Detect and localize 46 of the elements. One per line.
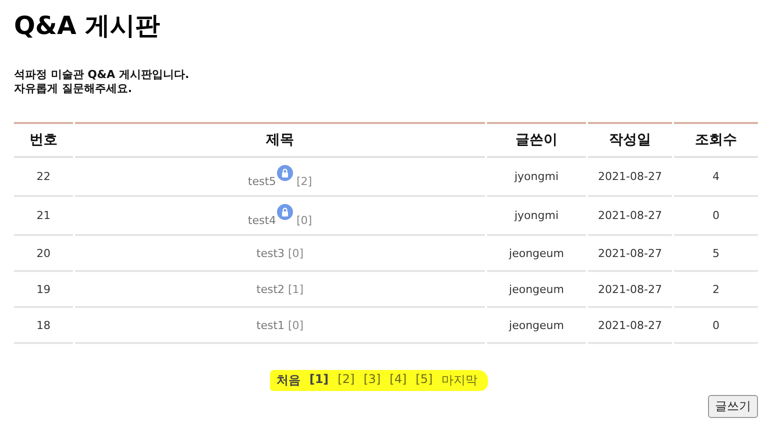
table-cell: 2021-08-27 — [588, 158, 672, 197]
column-header: 조회수 — [674, 122, 758, 158]
comment-count: [0] — [296, 214, 312, 227]
comment-count: [2] — [296, 175, 312, 188]
page-link[interactable]: [2] — [338, 372, 355, 389]
post-title-link[interactable]: test3 — [256, 246, 285, 260]
post-title-link[interactable]: test1 — [256, 318, 285, 332]
table-cell: 20 — [14, 236, 73, 272]
write-button[interactable]: 글쓰기 — [708, 395, 758, 418]
page-title: Q&A 게시판 — [14, 10, 162, 42]
column-header: 제목 — [75, 122, 485, 158]
last-page-link[interactable]: 마지막 — [442, 372, 478, 389]
table-cell: 19 — [14, 272, 73, 308]
post-title-link[interactable]: test4 — [248, 214, 276, 227]
post-title-link[interactable]: test2 — [256, 282, 285, 296]
first-page-link[interactable]: 처음 — [276, 372, 300, 389]
table-cell: jeongeum — [487, 272, 586, 308]
intro-text: 석파정 미술관 Q&A 게시판입니다. — [14, 68, 190, 82]
page-link[interactable]: [4] — [390, 372, 407, 389]
page-link[interactable]: [5] — [416, 372, 433, 389]
comment-count: [1] — [288, 282, 304, 296]
table-cell: jyongmi — [487, 197, 586, 236]
column-header: 작성일 — [588, 122, 672, 158]
page-link[interactable]: [3] — [364, 372, 381, 389]
comment-count: [0] — [288, 318, 304, 332]
table-cell: 5 — [674, 236, 758, 272]
column-header: 글쓴이 — [487, 122, 586, 158]
table-cell: 2021-08-27 — [588, 308, 672, 344]
table-cell: 22 — [14, 158, 73, 197]
post-title-link[interactable]: test5 — [248, 175, 276, 188]
intro-text: 자유롭게 질문해주세요. — [14, 82, 134, 96]
table-cell: 18 — [14, 308, 73, 344]
table-cell: jyongmi — [487, 158, 586, 197]
table-cell: 2021-08-27 — [588, 272, 672, 308]
table-cell: 2021-08-27 — [588, 236, 672, 272]
table-cell: 4 — [674, 158, 758, 197]
table-cell: jeongeum — [487, 308, 586, 344]
table-cell: 2 — [674, 272, 758, 308]
comment-count: [0] — [288, 246, 304, 260]
table-cell: 21 — [14, 197, 73, 236]
table-cell: jeongeum — [487, 236, 586, 272]
table-cell: 0 — [674, 308, 758, 344]
table-cell: 0 — [674, 197, 758, 236]
column-header: 번호 — [14, 122, 73, 158]
page-link[interactable]: [1] — [309, 372, 329, 389]
table-cell: 2021-08-27 — [588, 197, 672, 236]
